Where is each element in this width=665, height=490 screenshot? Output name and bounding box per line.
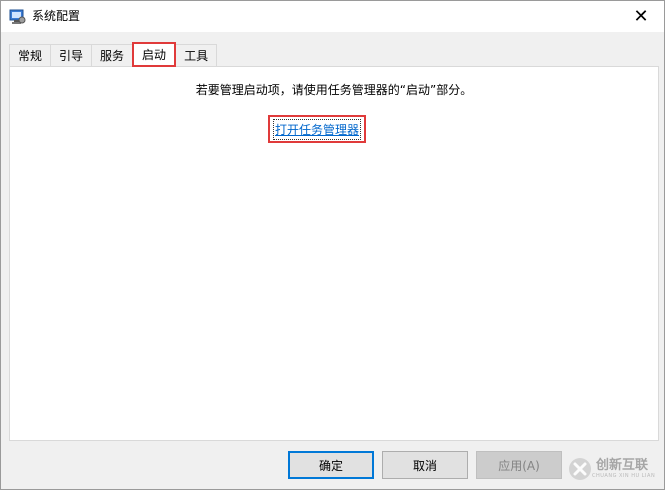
close-button[interactable]: ✕: [618, 1, 664, 32]
tab-boot[interactable]: 引导: [50, 44, 93, 66]
cancel-button[interactable]: 取消: [382, 451, 468, 479]
window-title: 系统配置: [32, 9, 81, 23]
apply-button[interactable]: 应用(A): [476, 451, 562, 479]
tab-services[interactable]: 服务: [91, 44, 134, 66]
watermark-subtext: CHUANG XIN HU LIAN: [592, 473, 656, 479]
open-task-manager-link[interactable]: 打开任务管理器: [272, 118, 362, 140]
tab-bar: 常规 引导 服务 启动 工具: [9, 42, 218, 67]
watermark-text: 创新互联: [596, 458, 649, 473]
watermark-logo-icon: [569, 458, 591, 480]
close-icon: ✕: [633, 6, 649, 27]
tab-general[interactable]: 常规: [9, 44, 52, 66]
ok-button[interactable]: 确定: [288, 451, 374, 479]
tab-tools[interactable]: 工具: [175, 44, 218, 66]
system-config-window: 系统配置 ✕ 常规 引导 服务 启动 工具 若要管理启动项，请使用任务管理器的“…: [0, 0, 665, 490]
highlight-box: 打开任务管理器: [268, 115, 366, 143]
tab-startup[interactable]: 启动: [132, 42, 177, 67]
title-bar[interactable]: 系统配置 ✕: [1, 1, 664, 32]
startup-hint-text: 若要管理启动项，请使用任务管理器的“启动”部分。: [195, 83, 473, 97]
startup-tab-panel: 若要管理启动项，请使用任务管理器的“启动”部分。 打开任务管理器: [9, 66, 659, 441]
watermark: 创新互联 CHUANG XIN HU LIAN: [568, 455, 664, 483]
system-config-app-icon: [9, 9, 26, 24]
